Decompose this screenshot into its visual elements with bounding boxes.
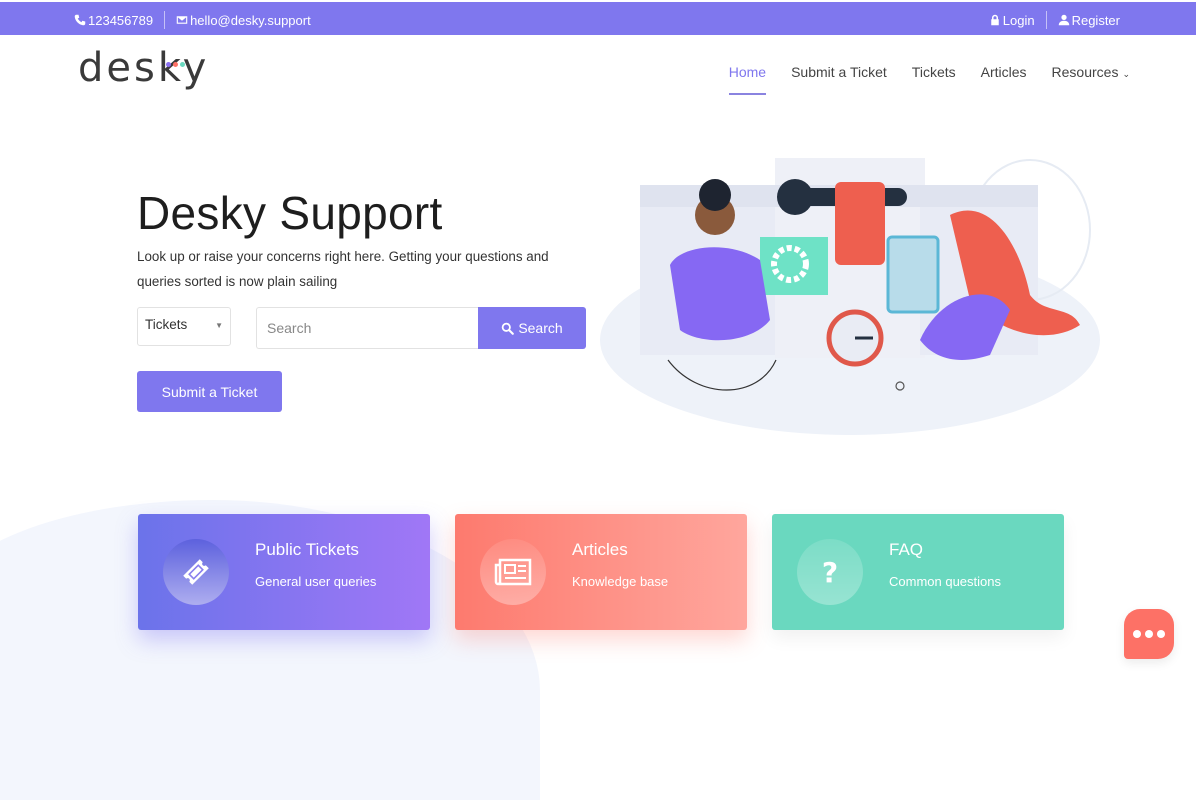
- illustration-gear-tile: [760, 237, 828, 295]
- phone-icon: [74, 14, 86, 26]
- nav-item-tickets[interactable]: Tickets: [912, 64, 956, 80]
- card-icon-circle: [480, 539, 546, 605]
- newspaper-icon: [494, 558, 532, 586]
- caret-down-icon: ▼: [215, 321, 223, 330]
- divider: [164, 11, 166, 29]
- login-link[interactable]: Login: [989, 13, 1035, 28]
- main-nav: Home Submit a Ticket Tickets Articles Re…: [728, 64, 1130, 95]
- register-label: Register: [1071, 12, 1120, 28]
- card-icon-circle: ?: [797, 539, 863, 605]
- divider: [1045, 11, 1047, 29]
- category-select-value: Tickets: [145, 317, 188, 332]
- search-input[interactable]: [256, 307, 479, 349]
- card-public-tickets[interactable]: Public Tickets General user queries: [138, 514, 430, 630]
- logo-dot: [166, 62, 171, 67]
- user-icon: [1058, 14, 1069, 26]
- nav-label: Tickets: [911, 64, 956, 80]
- card-title: Articles: [572, 540, 628, 559]
- illustration-tablet: [886, 235, 940, 314]
- chevron-down-icon: ⌄: [1122, 69, 1130, 79]
- logo-dot: [173, 62, 178, 67]
- lock-icon: [991, 14, 999, 26]
- card-subtitle: General user queries: [255, 574, 377, 589]
- email-address: hello@desky.support: [190, 12, 311, 28]
- illustration-wrench-head: [777, 179, 813, 215]
- question-icon: ?: [821, 555, 839, 589]
- top-bar: 123456789 hello@desky.support Login Regi…: [0, 2, 1196, 35]
- logo[interactable]: desky: [78, 45, 209, 91]
- logo-dot: [180, 62, 185, 67]
- ticket-icon: [183, 559, 209, 585]
- illustration-man-body: [670, 247, 770, 341]
- register-link[interactable]: Register: [1058, 13, 1120, 28]
- nav-item-resources[interactable]: Resources ⌄: [1052, 64, 1130, 80]
- header: desky Home Submit a Ticket Tickets Artic…: [0, 35, 1200, 115]
- page-title: Desky Support: [137, 187, 443, 239]
- submit-ticket-button[interactable]: Submit a Ticket: [137, 371, 282, 412]
- card-subtitle: Common questions: [889, 574, 1001, 589]
- email-link[interactable]: hello@desky.support: [176, 13, 311, 28]
- category-select[interactable]: Tickets ▼: [137, 307, 231, 346]
- search-icon: [502, 322, 515, 335]
- hero-subtitle: Look up or raise your concerns right her…: [137, 249, 549, 289]
- nav-label: Articles: [980, 64, 1027, 80]
- nav-label: Submit a Ticket: [791, 64, 887, 80]
- chat-ellipsis-dot: [1157, 630, 1165, 638]
- illustration-man-hair: [699, 179, 731, 211]
- chat-ellipsis-dot: [1145, 630, 1153, 638]
- card-faq[interactable]: ? FAQ Common questions: [772, 514, 1064, 630]
- chat-launcher-button[interactable]: [1124, 609, 1174, 659]
- login-label: Login: [1002, 12, 1035, 28]
- logo-text: desky: [78, 45, 210, 91]
- card-title: FAQ: [889, 540, 924, 559]
- phone-link[interactable]: 123456789: [74, 13, 153, 28]
- nav-label: Home: [728, 64, 767, 80]
- feature-cards: Public Tickets General user queries Arti…: [138, 514, 1064, 630]
- card-icon-circle: [163, 539, 229, 605]
- envelope-icon: [176, 16, 188, 24]
- card-title: Public Tickets: [255, 540, 359, 559]
- search-button-label: Search: [518, 320, 563, 336]
- illustration-fist: [835, 182, 885, 265]
- chat-ellipsis-dot: [1133, 630, 1141, 638]
- card-subtitle: Knowledge base: [572, 574, 669, 589]
- nav-label: Resources: [1051, 64, 1119, 80]
- phone-number: 123456789: [88, 12, 154, 28]
- logo-dots: [166, 62, 185, 67]
- nav-item-submit-ticket[interactable]: Submit a Ticket: [791, 64, 887, 80]
- card-articles[interactable]: Articles Knowledge base: [455, 514, 747, 630]
- search-button[interactable]: Search: [478, 307, 586, 349]
- nav-item-articles[interactable]: Articles: [981, 64, 1027, 80]
- support-team-illustration: [600, 158, 1100, 435]
- nav-item-home[interactable]: Home: [728, 64, 767, 95]
